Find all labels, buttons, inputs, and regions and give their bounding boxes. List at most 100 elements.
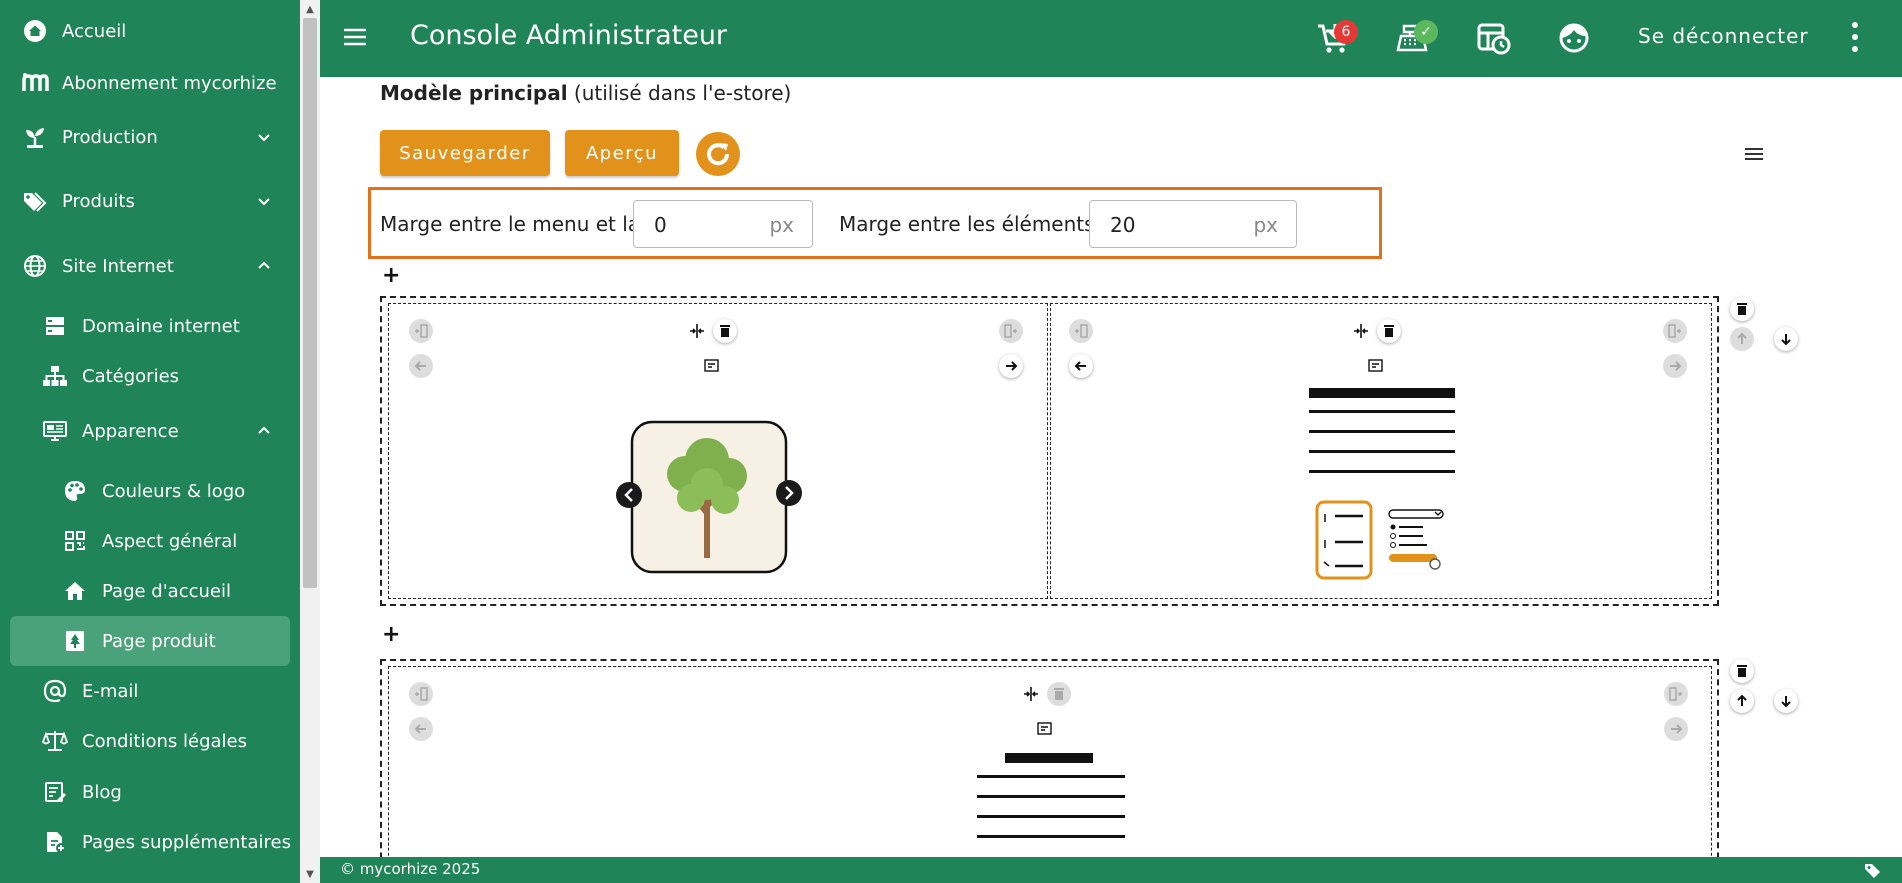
- add-column-left-icon: [1069, 319, 1093, 343]
- layout-column-carousel: [388, 303, 1048, 599]
- sidebar-item-label: Couleurs & logo: [102, 480, 246, 502]
- sidebar-item-label: Page d'accueil: [102, 580, 231, 602]
- house-icon: [60, 576, 90, 606]
- margin-elements-input[interactable]: 20 px: [1089, 200, 1297, 248]
- blog-icon: [40, 777, 70, 807]
- sidebar-item-blog[interactable]: Blog: [10, 767, 290, 817]
- calendar-clock-icon: [1477, 23, 1511, 55]
- add-column-right-icon: [1663, 319, 1687, 343]
- sidebar-item-label: Catégories: [82, 365, 180, 387]
- hamburger-menu-icon[interactable]: [340, 22, 370, 52]
- delete-row-icon[interactable]: [1730, 297, 1754, 321]
- text-block-preview-icon: [1309, 388, 1455, 473]
- chevron-up-icon: [258, 261, 270, 269]
- margin-elements-unit: px: [1253, 213, 1278, 237]
- sidebar-scrollbar[interactable]: ▲ ▼: [300, 0, 320, 883]
- tree-page-icon: [60, 626, 90, 656]
- sidebar-item-accueil[interactable]: Accueil: [10, 6, 290, 56]
- save-button[interactable]: Sauvegarder: [380, 130, 550, 176]
- palette-icon: [60, 476, 90, 506]
- sidebar-item-label: Conditions légales: [82, 730, 247, 752]
- add-row-button[interactable]: +: [382, 622, 400, 647]
- support-button[interactable]: [1552, 16, 1596, 60]
- sidebar-item-page-produit[interactable]: Page produit: [10, 616, 290, 666]
- resize-column-icon[interactable]: [685, 319, 709, 343]
- resize-column-icon[interactable]: [1019, 682, 1043, 706]
- sidebar-item-page-accueil[interactable]: Page d'accueil: [10, 566, 290, 616]
- sidebar-item-label: Domaine internet: [82, 315, 240, 337]
- preview-button[interactable]: Aperçu: [565, 130, 679, 176]
- cart-button[interactable]: 6: [1312, 16, 1358, 60]
- margin-menu-input[interactable]: 0 px: [633, 200, 813, 248]
- delete-column-icon[interactable]: [713, 319, 737, 343]
- sidebar-item-site-internet[interactable]: Site Internet: [10, 241, 290, 291]
- sidebar-item-apparence[interactable]: Apparence: [10, 406, 290, 456]
- sidebar: Accueil Abonnement mycorhize Production …: [0, 0, 300, 883]
- sidebar-item-production[interactable]: Production: [10, 112, 290, 162]
- move-left-arrow-icon: [409, 717, 433, 741]
- model-title: Modèle principal (utilisé dans l'e-store…: [380, 81, 791, 105]
- more-vert-icon[interactable]: [1850, 20, 1860, 54]
- margin-elements-value: 20: [1110, 213, 1136, 237]
- margin-menu-unit: px: [769, 213, 794, 237]
- product-options-preview-icon: [1315, 500, 1444, 580]
- edit-block-icon[interactable]: [700, 354, 724, 378]
- delete-column-icon: [1047, 682, 1071, 706]
- edit-block-icon[interactable]: [1033, 717, 1057, 741]
- home-icon: [20, 16, 50, 46]
- server-icon: [40, 311, 70, 341]
- scroll-thumb[interactable]: [303, 18, 317, 588]
- move-row-up-icon[interactable]: [1730, 689, 1754, 713]
- schedule-button[interactable]: [1472, 16, 1516, 60]
- add-column-right-icon: [999, 319, 1023, 343]
- sidebar-item-couleurs-logo[interactable]: Couleurs & logo: [10, 466, 290, 516]
- delete-column-icon[interactable]: [1377, 319, 1401, 343]
- sidebar-item-pages-supplementaires[interactable]: Pages supplémentaires: [10, 817, 291, 867]
- sidebar-item-label: Apparence: [82, 420, 179, 442]
- monitor-icon: [40, 416, 70, 446]
- move-row-down-icon[interactable]: [1774, 689, 1798, 713]
- sidebar-item-label: Pages supplémentaires: [82, 831, 291, 853]
- sidebar-item-conditions-legales[interactable]: Conditions légales: [10, 716, 290, 766]
- edit-block-icon[interactable]: [1364, 354, 1388, 378]
- margin-elements-label: Marge entre les éléments:: [839, 212, 1102, 236]
- cash-register-button[interactable]: ✓: [1392, 16, 1438, 60]
- sidebar-item-abonnement[interactable]: Abonnement mycorhize: [10, 58, 290, 108]
- m-logo-icon: [20, 68, 50, 98]
- add-column-left-icon: [409, 682, 433, 706]
- seedling-icon: [20, 122, 50, 152]
- move-right-arrow-icon[interactable]: [999, 354, 1023, 378]
- move-right-arrow-icon: [1664, 717, 1688, 741]
- move-left-arrow-icon[interactable]: [1069, 354, 1093, 378]
- model-title-bold: Modèle principal: [380, 81, 568, 105]
- list-menu-icon[interactable]: [1742, 142, 1766, 166]
- sidebar-item-produits[interactable]: Produits: [10, 176, 290, 226]
- move-right-arrow-icon: [1663, 354, 1687, 378]
- app-window: Accueil Abonnement mycorhize Production …: [0, 0, 1902, 883]
- move-row-down-icon[interactable]: [1774, 327, 1798, 351]
- refresh-button[interactable]: [696, 132, 740, 176]
- main-content: Modèle principal (utilisé dans l'e-store…: [320, 77, 1902, 857]
- refresh-icon: [707, 143, 730, 166]
- sidebar-item-categories[interactable]: Catégories: [10, 351, 290, 401]
- add-row-button[interactable]: +: [382, 263, 400, 288]
- app-title: Console Administrateur: [410, 20, 728, 51]
- chevron-down-icon: [258, 134, 270, 142]
- sidebar-item-aspect-general[interactable]: Aspect général: [10, 516, 290, 566]
- scroll-up-arrow-icon[interactable]: ▲: [300, 0, 320, 18]
- tag-icon[interactable]: [1864, 861, 1882, 879]
- logout-button[interactable]: Se déconnecter: [1638, 24, 1809, 48]
- globe-icon: [20, 251, 50, 281]
- sitemap-icon: [40, 361, 70, 391]
- move-left-arrow-icon: [409, 354, 433, 378]
- cart-count-badge: 6: [1334, 20, 1358, 44]
- sidebar-item-domaine-internet[interactable]: Domaine internet: [10, 301, 290, 351]
- top-bar: Console Administrateur 6 ✓ Se déconnecte…: [320, 0, 1902, 77]
- resize-column-icon[interactable]: [1349, 319, 1373, 343]
- sidebar-item-email[interactable]: E-mail: [10, 666, 290, 716]
- check-badge-icon: ✓: [1414, 20, 1438, 44]
- model-title-suffix: (utilisé dans l'e-store): [567, 81, 792, 105]
- scroll-down-arrow-icon[interactable]: ▼: [300, 865, 320, 883]
- delete-row-icon[interactable]: [1730, 659, 1754, 683]
- chevron-down-icon: [258, 198, 270, 206]
